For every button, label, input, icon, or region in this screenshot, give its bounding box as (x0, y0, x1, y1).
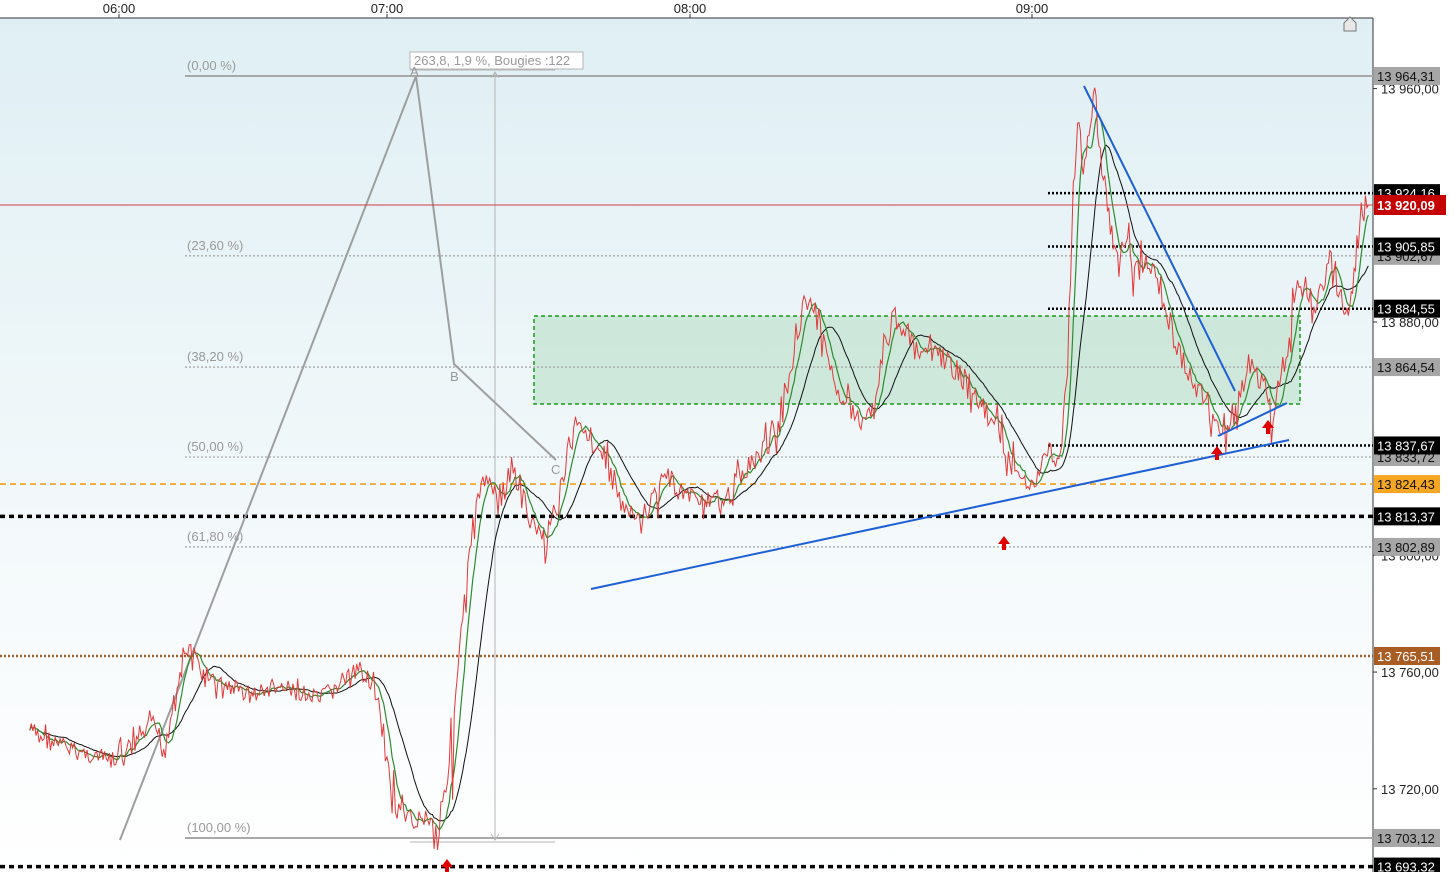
price-level-tag-label: 13 824,43 (1377, 477, 1435, 492)
current-price-label: 13 920,09 (1377, 198, 1435, 213)
abc-label-a: A (410, 64, 419, 79)
price-level-tag-label: 13 693,32 (1377, 860, 1435, 872)
fib-price-tag-label: 13 802,89 (1377, 540, 1435, 555)
time-tick-label: 07:00 (371, 1, 404, 16)
price-tick-label: 13 760,00 (1381, 665, 1439, 680)
price-level-tag-label: 13 813,37 (1377, 509, 1435, 524)
consolidation-zone (533, 315, 1301, 405)
time-tick-label: 06:00 (103, 1, 136, 16)
measure-label: 263,8, 1,9 %, Bougies :122 (414, 53, 570, 68)
fib-level-label: (38,20 %) (187, 349, 243, 364)
fib-level-label: (50,00 %) (187, 439, 243, 454)
price-level-tag-label: 13 765,51 (1377, 649, 1435, 664)
abc-label-c: C (551, 462, 560, 477)
fib-level-label: (0,00 %) (187, 58, 236, 73)
fib-level-label: (100,00 %) (187, 820, 251, 835)
fib-price-tag-label: 13 864,54 (1377, 360, 1435, 375)
fib-price-tag-label: 13 703,12 (1377, 831, 1435, 846)
price-level-tag-label: 13 905,85 (1377, 240, 1435, 255)
abc-label-b: B (450, 369, 459, 384)
price-level-tag-label: 13 884,55 (1377, 302, 1435, 317)
price-axis-background (1373, 0, 1455, 872)
time-tick-label: 08:00 (674, 1, 707, 16)
fib-price-tag-label: 13 964,31 (1377, 69, 1435, 84)
time-tick-label: 09:00 (1016, 1, 1049, 16)
price-tick-label: 13 720,00 (1381, 782, 1439, 797)
price-chart[interactable]: 06:00 07:00 08:00 09:00 13 720,0013 760,001… (0, 0, 1455, 872)
price-level-tag-label: 13 837,67 (1377, 438, 1435, 453)
fib-level-label: (23,60 %) (187, 238, 243, 253)
